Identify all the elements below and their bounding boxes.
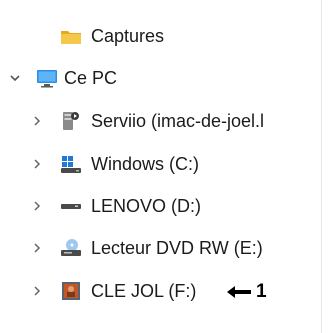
chevron-right-icon[interactable]	[30, 157, 44, 171]
tree-item-captures[interactable]: Captures	[0, 16, 322, 56]
media-server-icon	[63, 112, 79, 130]
tree-item-label: Captures	[91, 25, 165, 46]
drive-icon	[61, 204, 81, 209]
chevron-right-icon[interactable]	[30, 114, 44, 128]
chevron-right-icon[interactable]	[30, 241, 44, 255]
tree-item-lenovo-d[interactable]: LENOVO (D:)	[0, 186, 322, 226]
computer-icon	[37, 70, 57, 88]
annotation-callout: 1	[226, 281, 267, 303]
tree-item-label: Lecteur DVD RW (E:)	[91, 237, 263, 258]
dvd-drive-icon	[61, 239, 81, 256]
tree-item-label: LENOVO (D:)	[91, 195, 202, 216]
folder-icon	[61, 31, 81, 44]
tree-item-label: Windows (C:)	[91, 153, 200, 174]
tree-item-label: Ce PC	[64, 67, 118, 88]
usb-drive-icon	[62, 282, 80, 300]
tree-item-windows-c[interactable]: Windows (C:)	[0, 144, 322, 184]
tree-item-label: CLE JOL (F:)	[91, 280, 197, 301]
tree-item-serviio[interactable]: Serviio (imac-de-joel.l	[0, 101, 322, 141]
navigation-tree: Captures Ce PC Serviio (imac-de-joel.l W…	[0, 0, 335, 333]
annotation-number: 1	[256, 281, 267, 302]
chevron-right-icon[interactable]	[30, 199, 44, 213]
windows-drive-icon	[61, 156, 81, 173]
arrow-left-icon	[227, 286, 251, 298]
chevron-down-icon[interactable]	[8, 71, 22, 85]
tree-item-cle-jol-f[interactable]: CLE JOL (F:)	[0, 271, 322, 311]
tree-item-dvd-e[interactable]: Lecteur DVD RW (E:)	[0, 228, 322, 268]
tree-item-ce-pc[interactable]: Ce PC	[0, 58, 322, 98]
chevron-right-icon[interactable]	[30, 284, 44, 298]
scrollbar-track[interactable]	[321, 0, 335, 333]
tree-item-label: Serviio (imac-de-joel.l	[91, 110, 265, 131]
